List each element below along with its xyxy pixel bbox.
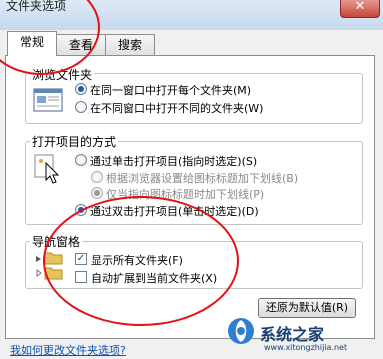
tab-view[interactable]: 查看 (56, 34, 106, 55)
tab-general[interactable]: 常规 (7, 31, 57, 56)
checkbox-auto-expand[interactable] (75, 271, 87, 283)
radio-same-window[interactable] (75, 83, 87, 95)
radio-single-click[interactable] (75, 154, 87, 166)
folder-tree-icon (34, 250, 66, 282)
watermark-text: 系统之家 (260, 325, 325, 344)
browse-folders-legend: 浏览文件夹 (30, 66, 95, 83)
radio-single-click-label: 通过单击打开项目(指向时选定)(S) (90, 155, 258, 168)
watermark-url: www.xitongzhijia.net (264, 343, 348, 352)
cursor-click-icon (33, 153, 63, 185)
window-title: 文件夹选项 (6, 0, 67, 13)
title-bar: 文件夹选项 ✕ (0, 0, 383, 30)
radio-underline-browser-label: 根据浏览器设置给图标标题加下划线(B) (106, 172, 299, 185)
checkbox-auto-expand-label: 自动扩展到当前文件夹(X) (91, 272, 218, 285)
tab-label: 查看 (68, 38, 93, 52)
radio-new-window[interactable] (75, 101, 87, 113)
checkbox-show-all-folders[interactable]: ✓ (75, 253, 87, 265)
window-icon (33, 87, 63, 113)
restore-defaults-label: 还原为默认值(R) (265, 301, 349, 314)
radio-double-click-label: 通过双击打开项目(单击时选定)(D) (90, 205, 259, 218)
click-items-legend: 打开项目的方式 (30, 133, 119, 150)
nav-pane-legend: 导航窗格 (30, 233, 83, 250)
radio-underline-point-label: 仅当指向图标标题时加下划线(P) (106, 188, 265, 201)
close-button[interactable]: ✕ (340, 0, 380, 18)
restore-defaults-button[interactable]: 还原为默认值(R) (258, 298, 356, 318)
radio-same-window-label: 在同一窗口中打开每个文件夹(M) (90, 84, 252, 97)
radio-underline-browser[interactable] (91, 171, 103, 183)
checkbox-show-all-folders-label: 显示所有文件夹(F) (91, 254, 183, 267)
close-icon: ✕ (354, 0, 366, 14)
tab-search[interactable]: 搜索 (105, 34, 155, 55)
radio-underline-point[interactable] (91, 187, 103, 199)
help-link[interactable]: 我如何更改文件夹选项? (10, 342, 126, 358)
watermark-logo-icon (226, 316, 256, 346)
radio-new-window-label: 在不同窗口中打开不同的文件夹(W) (90, 102, 264, 115)
radio-double-click[interactable] (75, 204, 87, 216)
tab-label: 搜索 (117, 38, 142, 52)
tab-label: 常规 (19, 35, 44, 49)
